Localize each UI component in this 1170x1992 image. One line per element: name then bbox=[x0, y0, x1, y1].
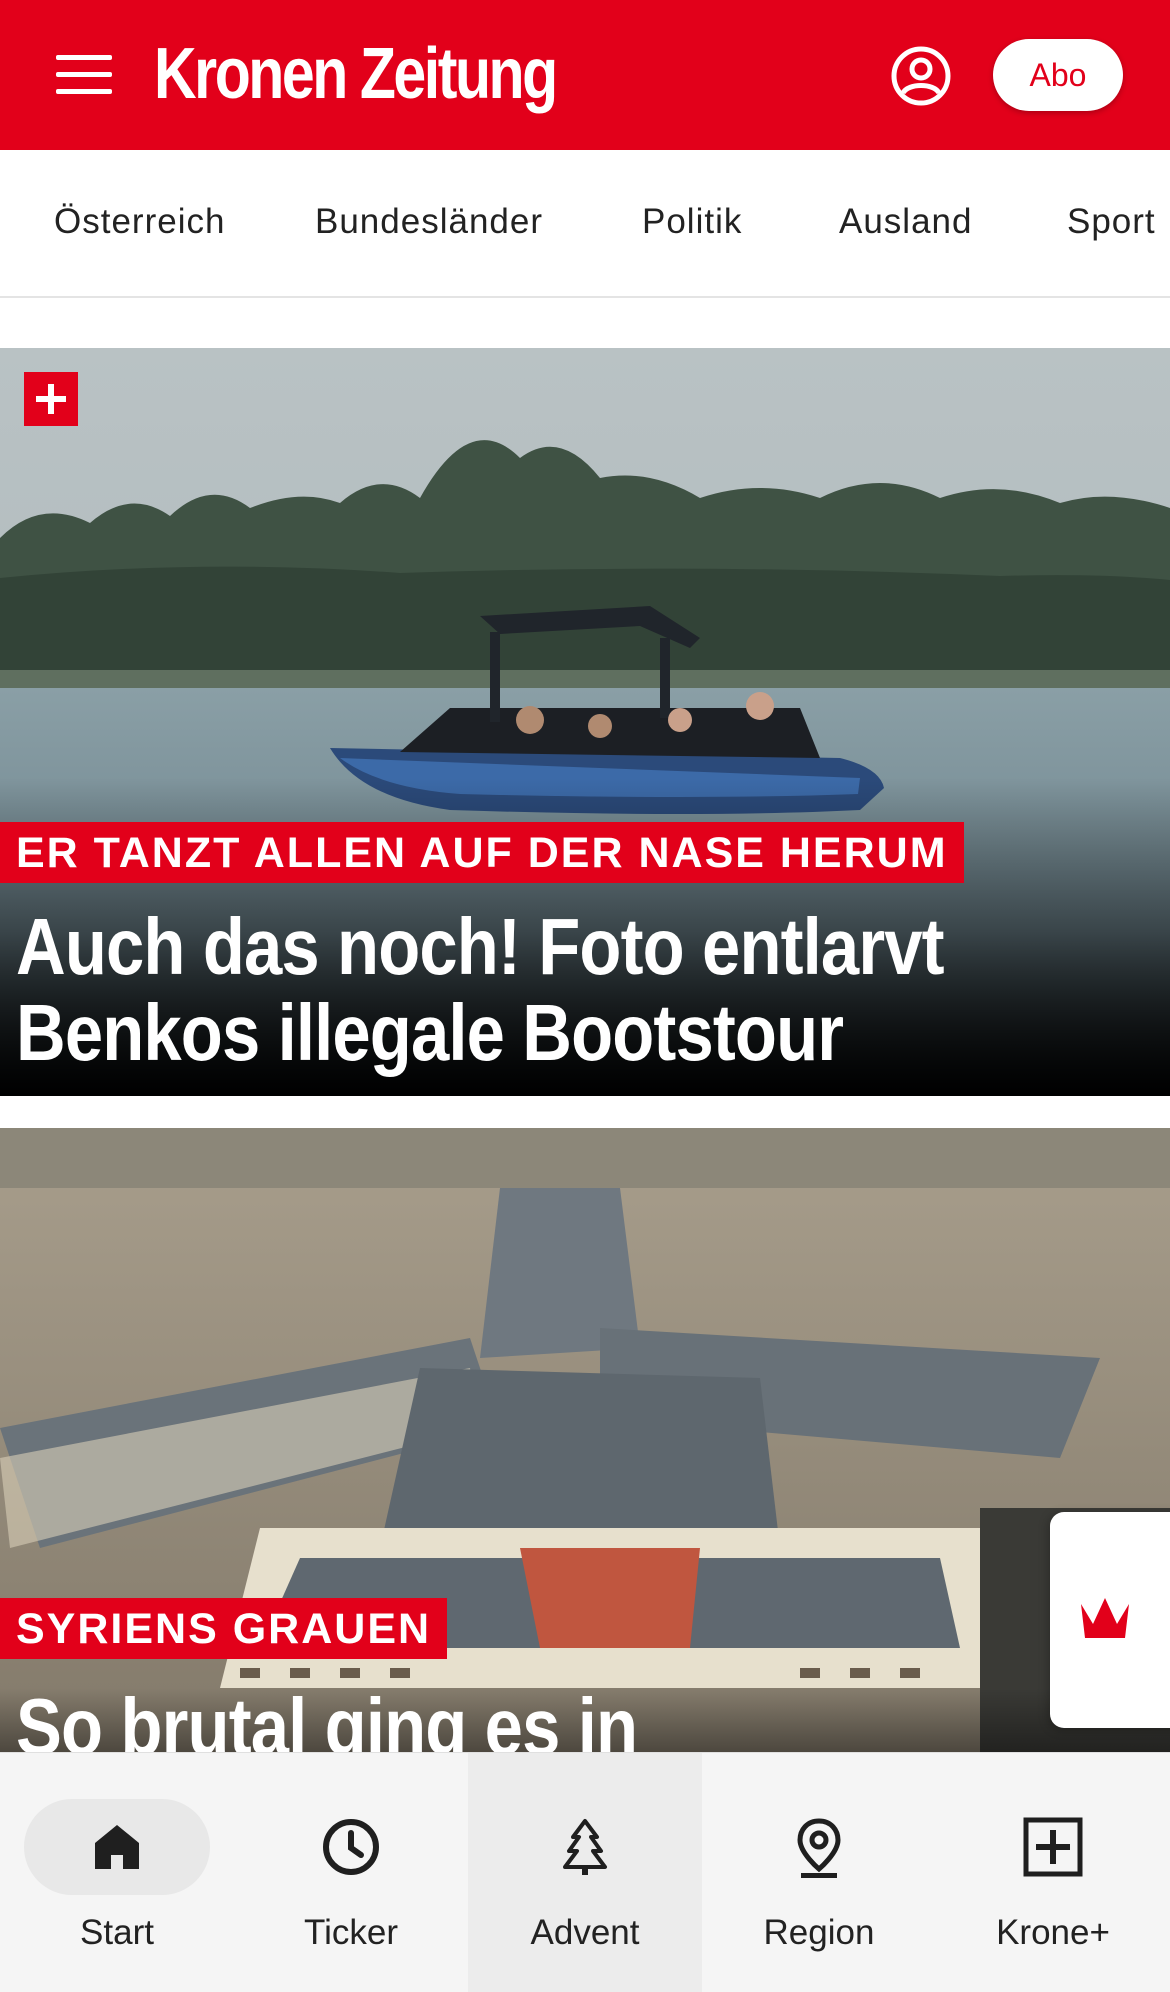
nav-tab-krone-plus[interactable]: Krone+ bbox=[936, 1753, 1170, 1992]
category-tab-politik[interactable]: Politik bbox=[642, 202, 742, 242]
category-tabs: Österreich Bundesländer Politik Ausland … bbox=[0, 150, 1170, 298]
home-icon bbox=[95, 1825, 139, 1869]
kronen-zeitung-logo[interactable]: Kronen Zeitung bbox=[154, 38, 558, 110]
nav-tab-region[interactable]: Region bbox=[702, 1753, 936, 1992]
nav-tab-label: Region bbox=[763, 1913, 875, 1952]
krone-plus-badge-icon bbox=[24, 372, 78, 426]
hamburger-menu-icon[interactable] bbox=[56, 55, 112, 95]
nav-tab-label: Krone+ bbox=[996, 1913, 1110, 1952]
nav-tab-label: Start bbox=[80, 1913, 154, 1952]
nav-tab-label: Ticker bbox=[304, 1913, 398, 1952]
category-tab-sport[interactable]: Sport bbox=[1067, 202, 1156, 242]
plus-square-icon bbox=[1023, 1817, 1083, 1877]
nav-tab-start[interactable]: Start bbox=[0, 1753, 234, 1992]
article-kicker: SYRIENS GRAUEN bbox=[0, 1598, 448, 1660]
krone-crown-icon[interactable] bbox=[1050, 1512, 1170, 1728]
nav-tab-label: Advent bbox=[530, 1913, 640, 1952]
bottom-navigation: Start Ticker Advent Region Krone+ bbox=[0, 1752, 1170, 1992]
clock-icon bbox=[323, 1819, 379, 1875]
top-app-bar: Kronen Zeitung Abo bbox=[0, 0, 1170, 150]
category-tab-oesterreich[interactable]: Österreich bbox=[54, 202, 225, 242]
category-tab-ausland[interactable]: Ausland bbox=[839, 202, 972, 242]
abo-button[interactable]: Abo bbox=[993, 39, 1123, 111]
nav-tab-ticker[interactable]: Ticker bbox=[234, 1753, 468, 1992]
location-pin-icon bbox=[797, 1818, 841, 1878]
nav-tab-advent[interactable]: Advent bbox=[468, 1753, 702, 1992]
article-kicker: ER TANZT ALLEN AUF DER NASE HERUM bbox=[0, 822, 964, 884]
article-card[interactable]: ER TANZT ALLEN AUF DER NASE HERUM Auch d… bbox=[0, 348, 1170, 1096]
tree-icon bbox=[563, 1819, 607, 1875]
category-tab-bundeslaender[interactable]: Bundesländer bbox=[315, 202, 543, 242]
article-headline: Auch das noch! Foto entlarvt Benkos ille… bbox=[16, 902, 945, 1077]
article-card[interactable]: SYRIENS GRAUEN So brutal ging es in bbox=[0, 1128, 1170, 1828]
account-icon[interactable] bbox=[890, 45, 952, 107]
